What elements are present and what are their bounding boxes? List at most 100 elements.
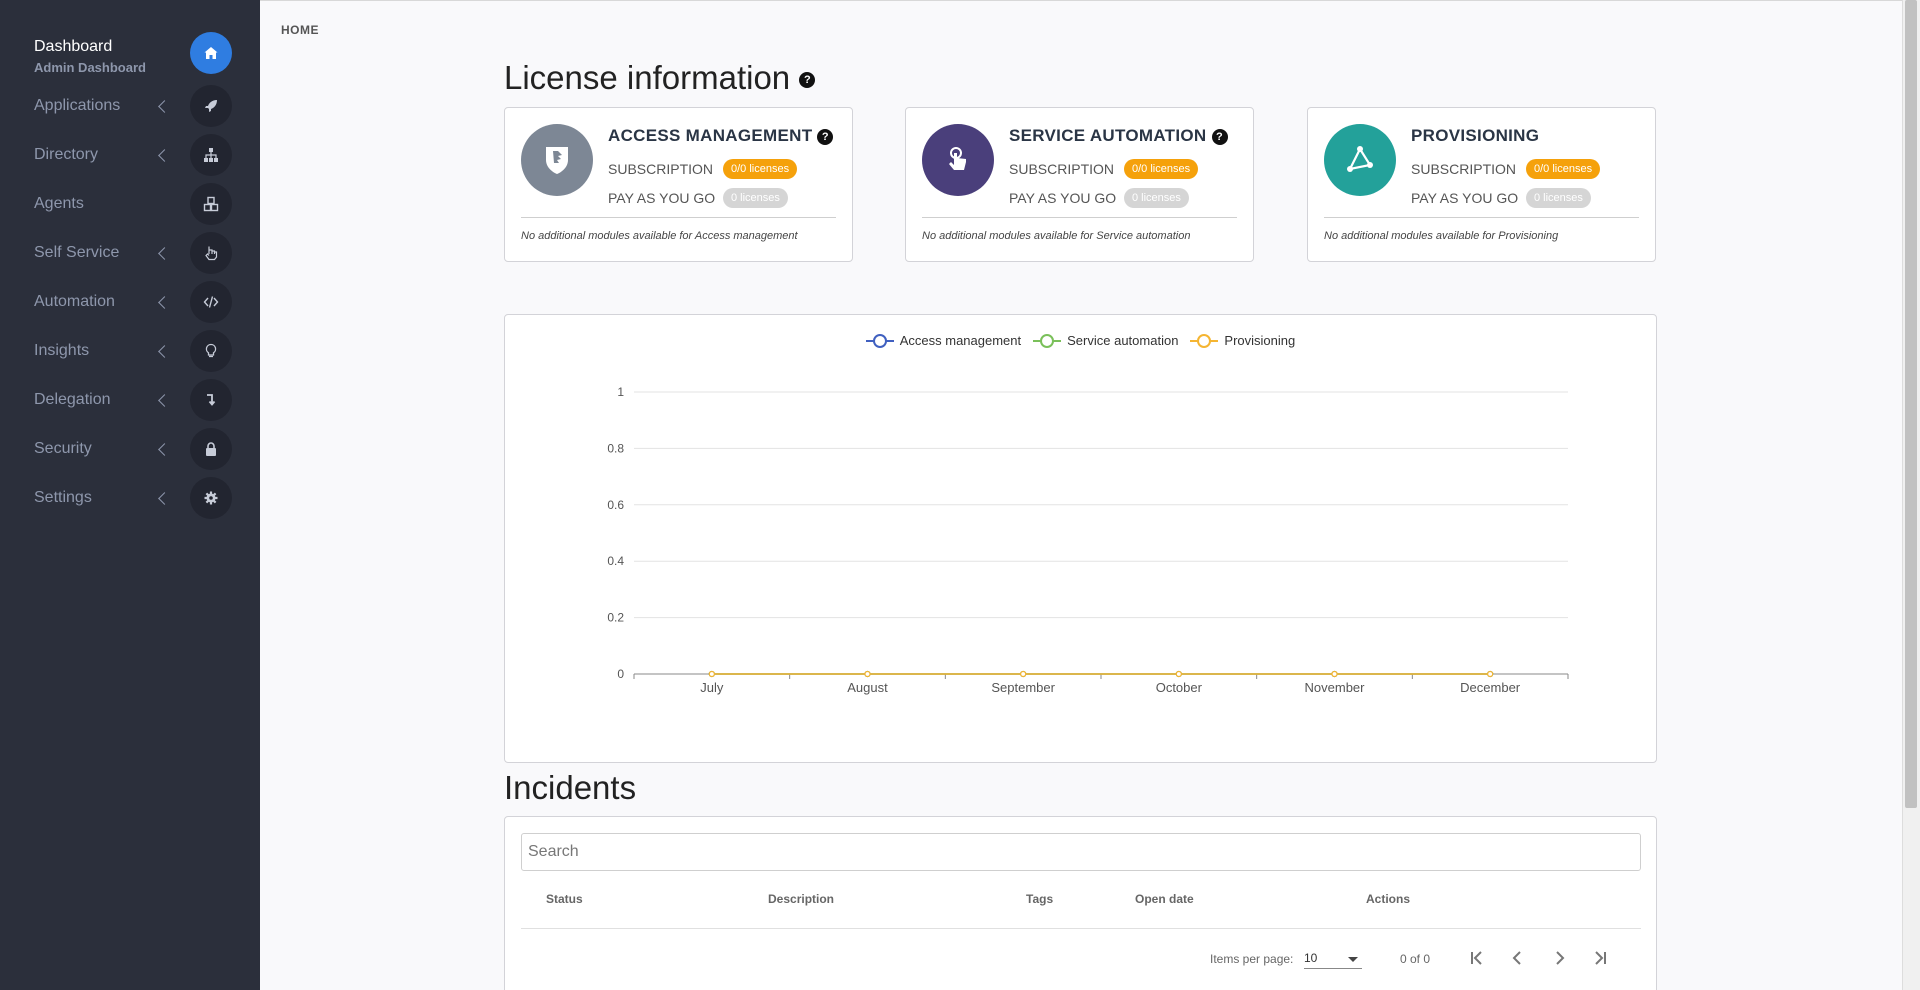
y-tick-label: 0.4 [607, 554, 624, 568]
sitemap-icon [190, 134, 232, 176]
search-input[interactable] [521, 833, 1641, 871]
card-title: ACCESS MANAGEMENT ? [608, 126, 834, 146]
sidebar: Dashboard Admin Dashboard Applications D… [0, 0, 260, 990]
divider [1324, 217, 1639, 218]
chevron-left-icon [158, 246, 171, 260]
touch-icon [922, 124, 994, 196]
shield-icon [521, 124, 593, 196]
help-icon[interactable]: ? [799, 72, 816, 89]
incidents-card: Status Description Tags Open date Action… [504, 816, 1657, 990]
y-tick-label: 0 [617, 667, 624, 681]
sidebar-item-sublabel: Admin Dashboard [34, 60, 146, 75]
y-tick-label: 1 [617, 385, 624, 399]
chevron-left-icon [158, 491, 171, 505]
sidebar-item-label: Delegation [34, 391, 111, 408]
x-tick-label: September [991, 680, 1055, 695]
subscription-label: SUBSCRIPTION [1411, 161, 1517, 177]
sidebar-item-applications[interactable]: Applications [0, 83, 260, 129]
card-title: PROVISIONING [1411, 126, 1539, 146]
column-header-actions: Actions [1366, 892, 1411, 906]
data-point [864, 670, 871, 678]
sidebar-item-insights[interactable]: Insights [0, 328, 260, 374]
first-page-button[interactable] [1464, 945, 1490, 971]
sidebar-item-settings[interactable]: Settings [0, 475, 260, 521]
chevron-right-icon [1556, 951, 1565, 965]
next-page-button[interactable] [1546, 945, 1572, 971]
page-range: 0 of 0 [1400, 952, 1431, 966]
divider [922, 217, 1237, 218]
lock-icon [190, 428, 232, 470]
page-title-text: License information [504, 59, 791, 96]
code-icon [190, 281, 232, 323]
sidebar-item-label: Insights [34, 342, 90, 359]
previous-page-button[interactable] [1505, 945, 1531, 971]
chevron-left-icon [158, 148, 171, 162]
column-header-status[interactable]: Status [546, 892, 583, 906]
license-chart-card: Access management Service automation Pro… [504, 314, 1657, 763]
breadcrumb[interactable]: HOME [281, 23, 319, 37]
sidebar-item-label: Security [34, 440, 92, 457]
data-point [708, 670, 715, 678]
sidebar-item-dashboard[interactable]: Dashboard Admin Dashboard [0, 32, 260, 78]
sidebar-item-delegation[interactable]: Delegation [0, 377, 260, 423]
vertical-scrollbar[interactable] [1902, 0, 1920, 990]
home-icon [190, 32, 232, 74]
y-tick-label: 0.8 [607, 441, 624, 455]
x-tick-label: December [1460, 680, 1521, 695]
network-icon [1324, 124, 1396, 196]
data-point [1020, 670, 1027, 678]
divider [521, 928, 1641, 929]
card-title-text: ACCESS MANAGEMENT [608, 126, 813, 145]
column-header-tags[interactable]: Tags [1026, 892, 1053, 906]
data-point [1331, 670, 1338, 678]
column-header-open-date[interactable]: Open date [1135, 892, 1194, 906]
subscription-badge: 0/0 licenses [723, 159, 798, 179]
chevron-left-icon [158, 393, 171, 407]
cubes-icon [190, 183, 232, 225]
card-note: No additional modules available for Acce… [521, 230, 798, 242]
card-note: No additional modules available for Prov… [1324, 230, 1559, 242]
sidebar-item-label: Directory [34, 146, 99, 163]
items-per-page-select[interactable]: 10 [1304, 947, 1362, 969]
sidebar-item-security[interactable]: Security [0, 426, 260, 472]
sidebar-item-label: Agents [34, 195, 84, 212]
payg-badge: 0 licenses [1124, 188, 1189, 208]
license-card-access-management: ACCESS MANAGEMENT ? SUBSCRIPTION 0/0 lic… [504, 107, 853, 262]
level-down-icon [190, 379, 232, 421]
page-title: License information ? [504, 59, 816, 97]
sidebar-item-label: Self Service [34, 244, 120, 261]
sidebar-item-self-service[interactable]: Self Service [0, 230, 260, 276]
rocket-icon [190, 85, 232, 127]
chevron-left-icon [158, 99, 171, 113]
sidebar-item-label: Applications [34, 97, 121, 114]
payg-label: PAY AS YOU GO [1009, 190, 1117, 206]
x-tick-label: November [1305, 680, 1366, 695]
items-per-page-label: Items per page: [1210, 952, 1294, 966]
x-tick-label: August [847, 680, 888, 695]
help-icon[interactable]: ? [817, 128, 834, 145]
main-content: HOME License information ? ACCESS MANAGE… [260, 0, 1902, 990]
card-title-text: SERVICE AUTOMATION [1009, 126, 1207, 145]
scrollbar-thumb[interactable] [1905, 0, 1917, 808]
column-header-description[interactable]: Description [768, 892, 834, 906]
chevron-left-icon [158, 442, 171, 456]
gear-icon [190, 477, 232, 519]
last-page-button[interactable] [1587, 945, 1613, 971]
payg-label: PAY AS YOU GO [608, 190, 716, 206]
last-page-icon [1595, 951, 1606, 965]
y-tick-label: 0.2 [607, 611, 624, 625]
help-icon[interactable]: ? [1211, 128, 1228, 145]
license-card-provisioning: PROVISIONING SUBSCRIPTION 0/0 licenses P… [1307, 107, 1656, 262]
card-title-text: PROVISIONING [1411, 126, 1540, 145]
subscription-badge: 0/0 licenses [1526, 159, 1601, 179]
payg-label: PAY AS YOU GO [1411, 190, 1519, 206]
chevron-left-icon [158, 344, 171, 358]
sidebar-item-label: Settings [34, 489, 92, 506]
subscription-label: SUBSCRIPTION [1009, 161, 1115, 177]
sidebar-item-agents[interactable]: Agents [0, 181, 260, 227]
sidebar-item-directory[interactable]: Directory [0, 132, 260, 178]
card-title: SERVICE AUTOMATION ? [1009, 126, 1228, 146]
x-tick-label: October [1156, 680, 1203, 695]
hand-pointer-icon [190, 232, 232, 274]
sidebar-item-automation[interactable]: Automation [0, 279, 260, 325]
